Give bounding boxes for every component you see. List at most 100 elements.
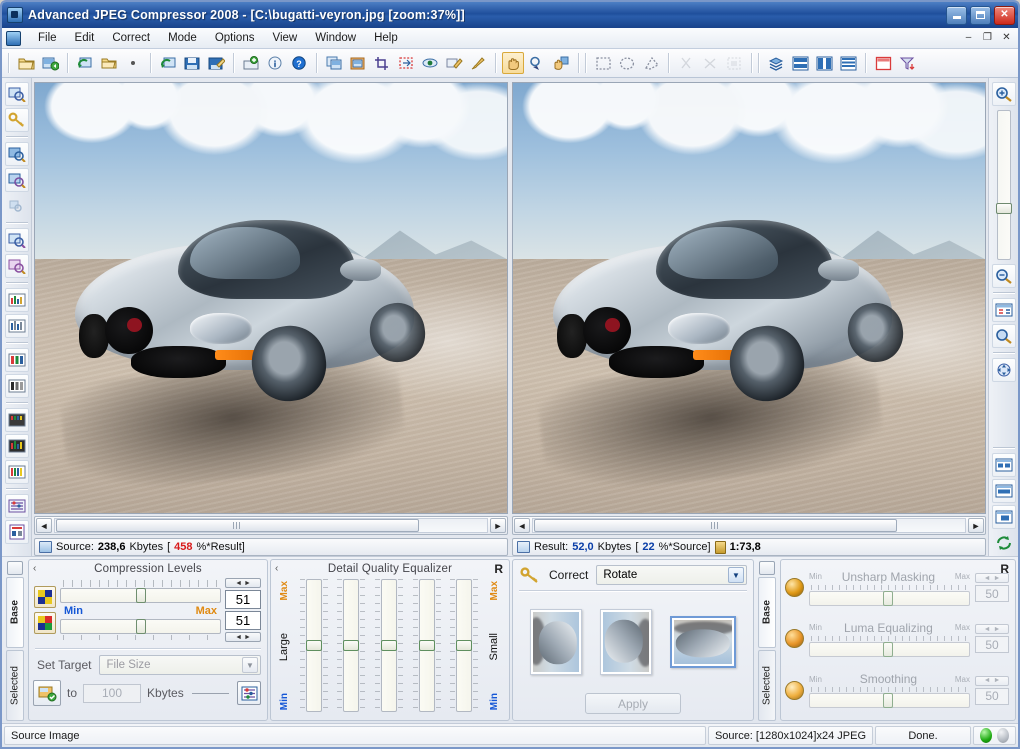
result-scroll-left-button[interactable]: ◄ [514, 518, 530, 533]
result-scroll-right-button[interactable]: ► [968, 518, 984, 533]
select-ellipse-icon[interactable] [616, 52, 638, 74]
result-image-canvas[interactable] [512, 82, 986, 514]
paste-image-icon[interactable] [347, 52, 369, 74]
fit-window-icon[interactable] [992, 298, 1016, 322]
key-tool-icon[interactable] [5, 108, 29, 132]
unsharp-masking-icon[interactable] [785, 578, 804, 597]
info-icon[interactable] [264, 52, 286, 74]
layout-middle-icon[interactable] [992, 479, 1016, 503]
rotate-left-thumbnail[interactable] [530, 609, 582, 675]
crop-icon[interactable] [371, 52, 393, 74]
grab-hand-icon[interactable] [550, 52, 572, 74]
select-lasso-icon[interactable] [640, 52, 662, 74]
smoothing-value[interactable]: 50 [975, 688, 1009, 705]
compare-result-icon[interactable] [5, 168, 29, 192]
chroma-value-field[interactable]: 51 [225, 611, 261, 630]
copy-image-icon[interactable] [323, 52, 345, 74]
zoom-in-icon[interactable] [992, 82, 1016, 106]
luma-equalizing-spinner[interactable]: ◄► [975, 624, 1009, 634]
equalizer-thumb-4[interactable] [419, 640, 435, 651]
result-horizontal-scrollbar[interactable]: ◄ ► [512, 516, 986, 535]
target-size-input[interactable]: 100 [83, 684, 141, 703]
target-mode-select[interactable]: File Size ▼ [99, 655, 261, 675]
equalizer-slider-1[interactable] [306, 579, 322, 712]
save-as-icon[interactable] [205, 52, 227, 74]
chevron-down-icon[interactable]: ▼ [242, 657, 258, 673]
zoom-slider[interactable] [997, 110, 1011, 260]
luma-slider-thumb[interactable] [136, 588, 146, 603]
view-split-horizontal-icon[interactable] [789, 52, 811, 74]
equalizer-thumb-1[interactable] [306, 640, 322, 651]
menu-item-options[interactable]: Options [206, 30, 264, 46]
result-scroll-thumb[interactable] [534, 519, 897, 532]
smoothing-icon[interactable] [785, 681, 804, 700]
minimize-button[interactable] [946, 6, 967, 25]
luma-value-field[interactable]: 51 [225, 590, 261, 609]
equalizer-slider-4[interactable] [419, 579, 435, 712]
correct-mode-select[interactable]: Rotate ▼ [596, 565, 747, 585]
apply-button[interactable]: Apply [585, 693, 681, 714]
save-icon[interactable] [181, 52, 203, 74]
equalizer-slider-5[interactable] [456, 579, 472, 712]
pan-compass-icon[interactable] [992, 358, 1016, 382]
compression-collapse-button[interactable]: ‹ [33, 563, 36, 574]
layout-top-icon[interactable] [992, 453, 1016, 477]
tab-base-left[interactable]: Base [6, 577, 24, 648]
luma-equalizing-value[interactable]: 50 [975, 636, 1009, 653]
tab-base-right[interactable]: Base [758, 577, 776, 648]
smoothing-slider[interactable] [809, 693, 970, 708]
resize-icon[interactable] [395, 52, 417, 74]
select-rect-icon[interactable] [592, 52, 614, 74]
dropdown-dot-icon[interactable] [122, 52, 144, 74]
brush-icon[interactable] [467, 52, 489, 74]
compare-small-icon[interactable] [5, 194, 29, 218]
layers-icon[interactable] [765, 52, 787, 74]
retouch-icon[interactable] [443, 52, 465, 74]
source-scroll-thumb[interactable] [56, 519, 419, 532]
levels-dark-icon[interactable] [5, 408, 29, 432]
menu-item-window[interactable]: Window [306, 30, 365, 46]
close-button[interactable]: ✕ [994, 6, 1015, 25]
luma-equalizing-icon[interactable] [785, 629, 804, 648]
compare-source-icon[interactable] [5, 142, 29, 166]
luma-equalizing-thumb[interactable] [883, 642, 893, 657]
luma-channel-icon[interactable] [34, 586, 56, 608]
source-image-canvas[interactable] [34, 82, 508, 514]
menu-item-edit[interactable]: Edit [66, 30, 104, 46]
reload-icon[interactable] [74, 52, 96, 74]
open-recent-icon[interactable] [98, 52, 120, 74]
zoom-tool-icon[interactable] [5, 82, 29, 106]
zoom-out-icon[interactable] [992, 264, 1016, 288]
tab-selected-right[interactable]: Selected [758, 650, 776, 721]
rotate-180-thumbnail[interactable] [670, 616, 736, 668]
settings-grid-icon[interactable] [5, 494, 29, 518]
rotate-right-thumbnail[interactable] [600, 609, 652, 675]
apply-target-button[interactable] [33, 680, 61, 706]
equalizer-collapse-button[interactable]: ‹ [275, 563, 278, 574]
smoothing-spinner[interactable]: ◄► [975, 676, 1009, 686]
menu-item-view[interactable]: View [263, 30, 306, 46]
luma-spinner[interactable]: ◄► [225, 578, 261, 588]
window-tile-icon[interactable] [872, 52, 894, 74]
equalizer-slider-2[interactable] [343, 579, 359, 712]
refresh-green-icon[interactable] [157, 52, 179, 74]
menu-item-mode[interactable]: Mode [159, 30, 206, 46]
view-list-icon[interactable] [837, 52, 859, 74]
channels-gray-icon[interactable] [5, 374, 29, 398]
zoom-region-icon[interactable] [992, 324, 1016, 348]
report-icon[interactable] [5, 520, 29, 544]
equalizer-thumb-3[interactable] [381, 640, 397, 651]
luma-equalizing-slider[interactable] [809, 642, 970, 657]
pan-hand-icon[interactable] [502, 52, 524, 74]
channels-rgb-icon[interactable] [5, 348, 29, 372]
view-split-vertical-icon[interactable] [813, 52, 835, 74]
mdi-restore-button[interactable]: ❐ [980, 30, 995, 44]
menu-item-file[interactable]: File [29, 30, 66, 46]
equalizer-thumb-2[interactable] [343, 640, 359, 651]
histogram-color-icon[interactable] [5, 288, 29, 312]
zoom-pointer-icon[interactable] [526, 52, 548, 74]
preview-eye-icon[interactable] [419, 52, 441, 74]
menu-item-correct[interactable]: Correct [103, 30, 159, 46]
zoom-slider-thumb[interactable] [996, 203, 1012, 214]
source-scroll-left-button[interactable]: ◄ [36, 518, 52, 533]
